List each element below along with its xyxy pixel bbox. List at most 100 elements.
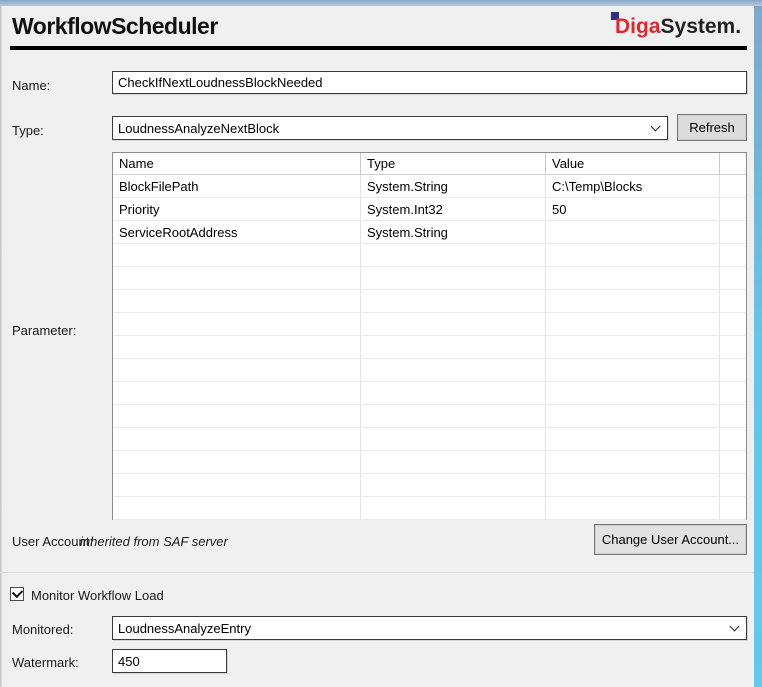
param-cell-extra — [720, 244, 746, 266]
param-cell-type: System.String — [361, 175, 546, 197]
section-divider — [0, 572, 754, 573]
param-cell-value: 50 — [546, 198, 720, 220]
param-cell-type — [361, 382, 546, 404]
column-header-name[interactable]: Name — [113, 153, 361, 174]
table-row[interactable]: BlockFilePathSystem.StringC:\Temp\Blocks — [113, 175, 746, 198]
param-cell-type — [361, 290, 546, 312]
name-label: Name: — [12, 78, 50, 93]
page-title: WorkflowScheduler — [12, 13, 218, 40]
table-row[interactable] — [113, 336, 746, 359]
param-cell-extra — [720, 382, 746, 404]
param-cell-name: BlockFilePath — [113, 175, 361, 197]
param-cell-name — [113, 313, 361, 335]
refresh-button[interactable]: Refresh — [677, 114, 747, 141]
table-row[interactable] — [113, 382, 746, 405]
param-cell-name: ServiceRootAddress — [113, 221, 361, 243]
param-cell-extra — [720, 451, 746, 473]
param-cell-type — [361, 244, 546, 266]
param-cell-name — [113, 290, 361, 312]
param-cell-extra — [720, 474, 746, 496]
table-row[interactable] — [113, 290, 746, 313]
param-cell-extra — [720, 497, 746, 519]
table-row[interactable]: ServiceRootAddressSystem.String — [113, 221, 746, 244]
watermark-label: Watermark: — [12, 655, 79, 670]
table-row[interactable] — [113, 267, 746, 290]
type-combobox-value: LoudnessAnalyzeNextBlock — [118, 121, 279, 136]
type-label: Type: — [12, 123, 44, 138]
window-right-border — [754, 6, 762, 687]
param-cell-value — [546, 382, 720, 404]
param-cell-value — [546, 451, 720, 473]
table-row[interactable] — [113, 359, 746, 382]
param-cell-value — [546, 359, 720, 381]
param-cell-value — [546, 336, 720, 358]
param-cell-type — [361, 313, 546, 335]
chevron-down-icon[interactable] — [652, 123, 660, 131]
param-cell-extra — [720, 198, 746, 220]
table-row[interactable] — [113, 313, 746, 336]
change-user-account-button[interactable]: Change User Account... — [594, 524, 747, 555]
table-row[interactable] — [113, 451, 746, 474]
param-cell-extra — [720, 336, 746, 358]
param-cell-name — [113, 451, 361, 473]
monitored-combobox[interactable]: LoudnessAnalyzeEntry — [112, 616, 747, 640]
param-cell-type — [361, 428, 546, 450]
param-cell-extra — [720, 428, 746, 450]
name-input[interactable]: CheckIfNextLoudnessBlockNeeded — [112, 71, 747, 94]
param-cell-value — [546, 474, 720, 496]
param-cell-extra — [720, 405, 746, 427]
param-cell-type: System.String — [361, 221, 546, 243]
param-cell-name — [113, 474, 361, 496]
brand-diga-text: Diga — [615, 15, 661, 38]
param-cell-value — [546, 313, 720, 335]
param-cell-value — [546, 244, 720, 266]
param-cell-value — [546, 497, 720, 519]
param-cell-name — [113, 428, 361, 450]
param-cell-name — [113, 382, 361, 404]
param-cell-type — [361, 359, 546, 381]
workflow-scheduler-dialog: WorkflowScheduler DigaSystem. Name: Chec… — [0, 0, 762, 687]
brand-system-text: System. — [661, 15, 742, 38]
param-cell-name — [113, 244, 361, 266]
monitor-workflow-load-label[interactable]: Monitor Workflow Load — [31, 588, 164, 603]
param-cell-value — [546, 405, 720, 427]
monitor-workflow-load-checkbox[interactable] — [10, 587, 24, 601]
chevron-down-icon[interactable] — [731, 623, 739, 631]
param-table-body: BlockFilePathSystem.StringC:\Temp\Blocks… — [113, 175, 746, 520]
table-row[interactable]: PrioritySystem.Int3250 — [113, 198, 746, 221]
window-top-edge — [0, 0, 762, 6]
table-row[interactable] — [113, 405, 746, 428]
param-cell-type — [361, 497, 546, 519]
parameter-label: Parameter: — [12, 323, 76, 338]
param-cell-extra — [720, 267, 746, 289]
table-row[interactable] — [113, 474, 746, 497]
param-cell-name — [113, 405, 361, 427]
param-cell-type — [361, 405, 546, 427]
param-cell-type — [361, 336, 546, 358]
monitored-label: Monitored: — [12, 622, 73, 637]
column-header-value[interactable]: Value — [546, 153, 720, 174]
param-cell-name — [113, 359, 361, 381]
param-cell-name — [113, 267, 361, 289]
param-cell-value — [546, 290, 720, 312]
param-cell-name: Priority — [113, 198, 361, 220]
window-left-border — [0, 6, 2, 687]
param-cell-extra — [720, 359, 746, 381]
param-cell-value — [546, 428, 720, 450]
param-cell-type — [361, 267, 546, 289]
param-cell-extra — [720, 221, 746, 243]
table-row[interactable] — [113, 428, 746, 451]
watermark-input[interactable]: 450 — [112, 649, 227, 673]
param-cell-type — [361, 451, 546, 473]
table-row[interactable] — [113, 497, 746, 520]
parameter-table-header: Name Type Value — [113, 153, 746, 175]
type-combobox[interactable]: LoudnessAnalyzeNextBlock — [112, 116, 668, 140]
param-cell-extra — [720, 313, 746, 335]
param-cell-extra — [720, 290, 746, 312]
column-header-extra — [720, 153, 746, 174]
user-account-value: inherited from SAF server — [80, 534, 228, 549]
column-header-type[interactable]: Type — [361, 153, 546, 174]
param-cell-name — [113, 497, 361, 519]
param-cell-name — [113, 336, 361, 358]
table-row[interactable] — [113, 244, 746, 267]
